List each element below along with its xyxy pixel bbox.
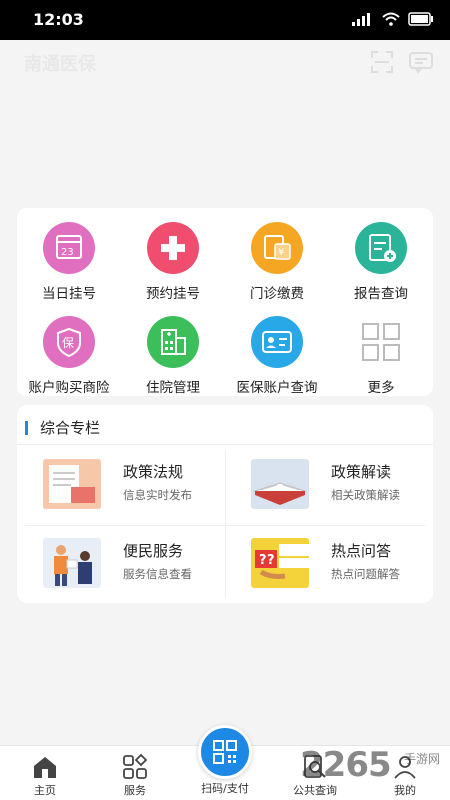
service-label: 报告查询 <box>354 286 408 302</box>
service-label: 医保账户查询 <box>236 380 318 396</box>
service-buy-insurance[interactable]: 保 账户购买商险 <box>17 316 121 396</box>
tab-home[interactable]: 主页 <box>0 746 90 800</box>
service-more[interactable]: 更多 <box>329 316 433 396</box>
svg-text:¥: ¥ <box>278 247 284 258</box>
question-image: ?? <box>251 538 309 588</box>
book-image <box>251 459 309 509</box>
payment-icon: ¥ <box>251 222 303 274</box>
tile-subtitle: 热点问题解答 <box>331 567 400 581</box>
qr-scan-icon <box>213 740 237 764</box>
service-hospitalization[interactable]: 住院管理 <box>121 316 225 396</box>
hospital-cross-icon <box>147 222 199 274</box>
service-label: 更多 <box>367 380 395 396</box>
scan-icon[interactable] <box>370 50 394 74</box>
calendar-icon: 23 <box>43 222 95 274</box>
service-label: 账户购买商险 <box>28 380 110 396</box>
tile-title: 政策法规 <box>123 463 184 481</box>
tile-title: 政策解读 <box>331 463 392 481</box>
tile-subtitle: 信息实时发布 <box>123 488 192 502</box>
home-icon <box>32 754 58 780</box>
comprehensive-column: 综合专栏 政策法规 信息实时发布 政策解读 相关政策解读 便民服务 服务信息查看… <box>17 405 433 603</box>
id-card-icon <box>251 316 303 368</box>
system-icons <box>352 12 434 26</box>
tile-convenience-service[interactable]: 便民服务 服务信息查看 <box>17 526 225 604</box>
tile-title: 便民服务 <box>123 542 184 560</box>
battery-icon <box>408 12 433 26</box>
section-accent-bar <box>25 421 28 435</box>
scan-pay-button[interactable] <box>198 725 252 779</box>
apps-icon <box>122 753 148 780</box>
message-icon[interactable] <box>408 50 434 74</box>
service-outpatient-payment[interactable]: ¥ 门诊缴费 <box>225 222 329 302</box>
service-grid: 23 当日挂号 预约挂号 ¥ 门诊缴费 报告查询 保 账户购买商险 住院管理 医… <box>17 208 433 396</box>
tab-services[interactable]: 服务 <box>90 746 180 800</box>
svg-text:保: 保 <box>62 336 74 350</box>
scan-pay-label: 扫码/支付 <box>201 782 249 795</box>
report-icon <box>355 222 407 274</box>
tile-title: 热点问答 <box>331 542 392 560</box>
insurance-icon: 保 <box>43 316 95 368</box>
section-header: 综合专栏 <box>17 405 433 445</box>
service-label: 预约挂号 <box>146 286 200 302</box>
status-bar: 12:03 <box>0 0 450 40</box>
hospital-building-icon <box>147 316 199 368</box>
service-report-query[interactable]: 报告查询 <box>329 222 433 302</box>
service-label: 门诊缴费 <box>250 286 304 302</box>
tile-policy-regulations[interactable]: 政策法规 信息实时发布 <box>17 447 225 525</box>
svg-text:?: ? <box>267 553 275 568</box>
tile-policy-interpretation[interactable]: 政策解读 相关政策解读 <box>225 447 433 525</box>
watermark-logo: 2265 <box>300 745 392 785</box>
svg-text:23: 23 <box>61 247 74 258</box>
tile-subtitle: 相关政策解读 <box>331 488 400 502</box>
svg-text:?: ? <box>259 553 267 568</box>
tab-label: 服务 <box>124 784 146 797</box>
more-grid-icon <box>355 316 407 368</box>
tab-label: 主页 <box>34 784 56 797</box>
app-bar: 南通医保 <box>0 40 450 84</box>
section-title: 综合专栏 <box>40 419 101 437</box>
status-time: 12:03 <box>33 10 84 29</box>
service-same-day-registration[interactable]: 23 当日挂号 <box>17 222 121 302</box>
tile-subtitle: 服务信息查看 <box>123 567 192 581</box>
people-image <box>43 538 101 588</box>
service-label: 当日挂号 <box>42 286 96 302</box>
watermark-text: 手游网 <box>404 752 441 766</box>
tile-hot-qa[interactable]: ?? 热点问答 热点问题解答 <box>225 526 433 604</box>
app-title: 南通医保 <box>24 54 96 75</box>
service-label: 住院管理 <box>146 380 200 396</box>
service-appointment[interactable]: 预约挂号 <box>121 222 225 302</box>
signal-icon <box>352 13 370 26</box>
service-account-query[interactable]: 医保账户查询 <box>225 316 329 396</box>
document-image <box>43 459 101 509</box>
wifi-icon <box>382 12 400 26</box>
